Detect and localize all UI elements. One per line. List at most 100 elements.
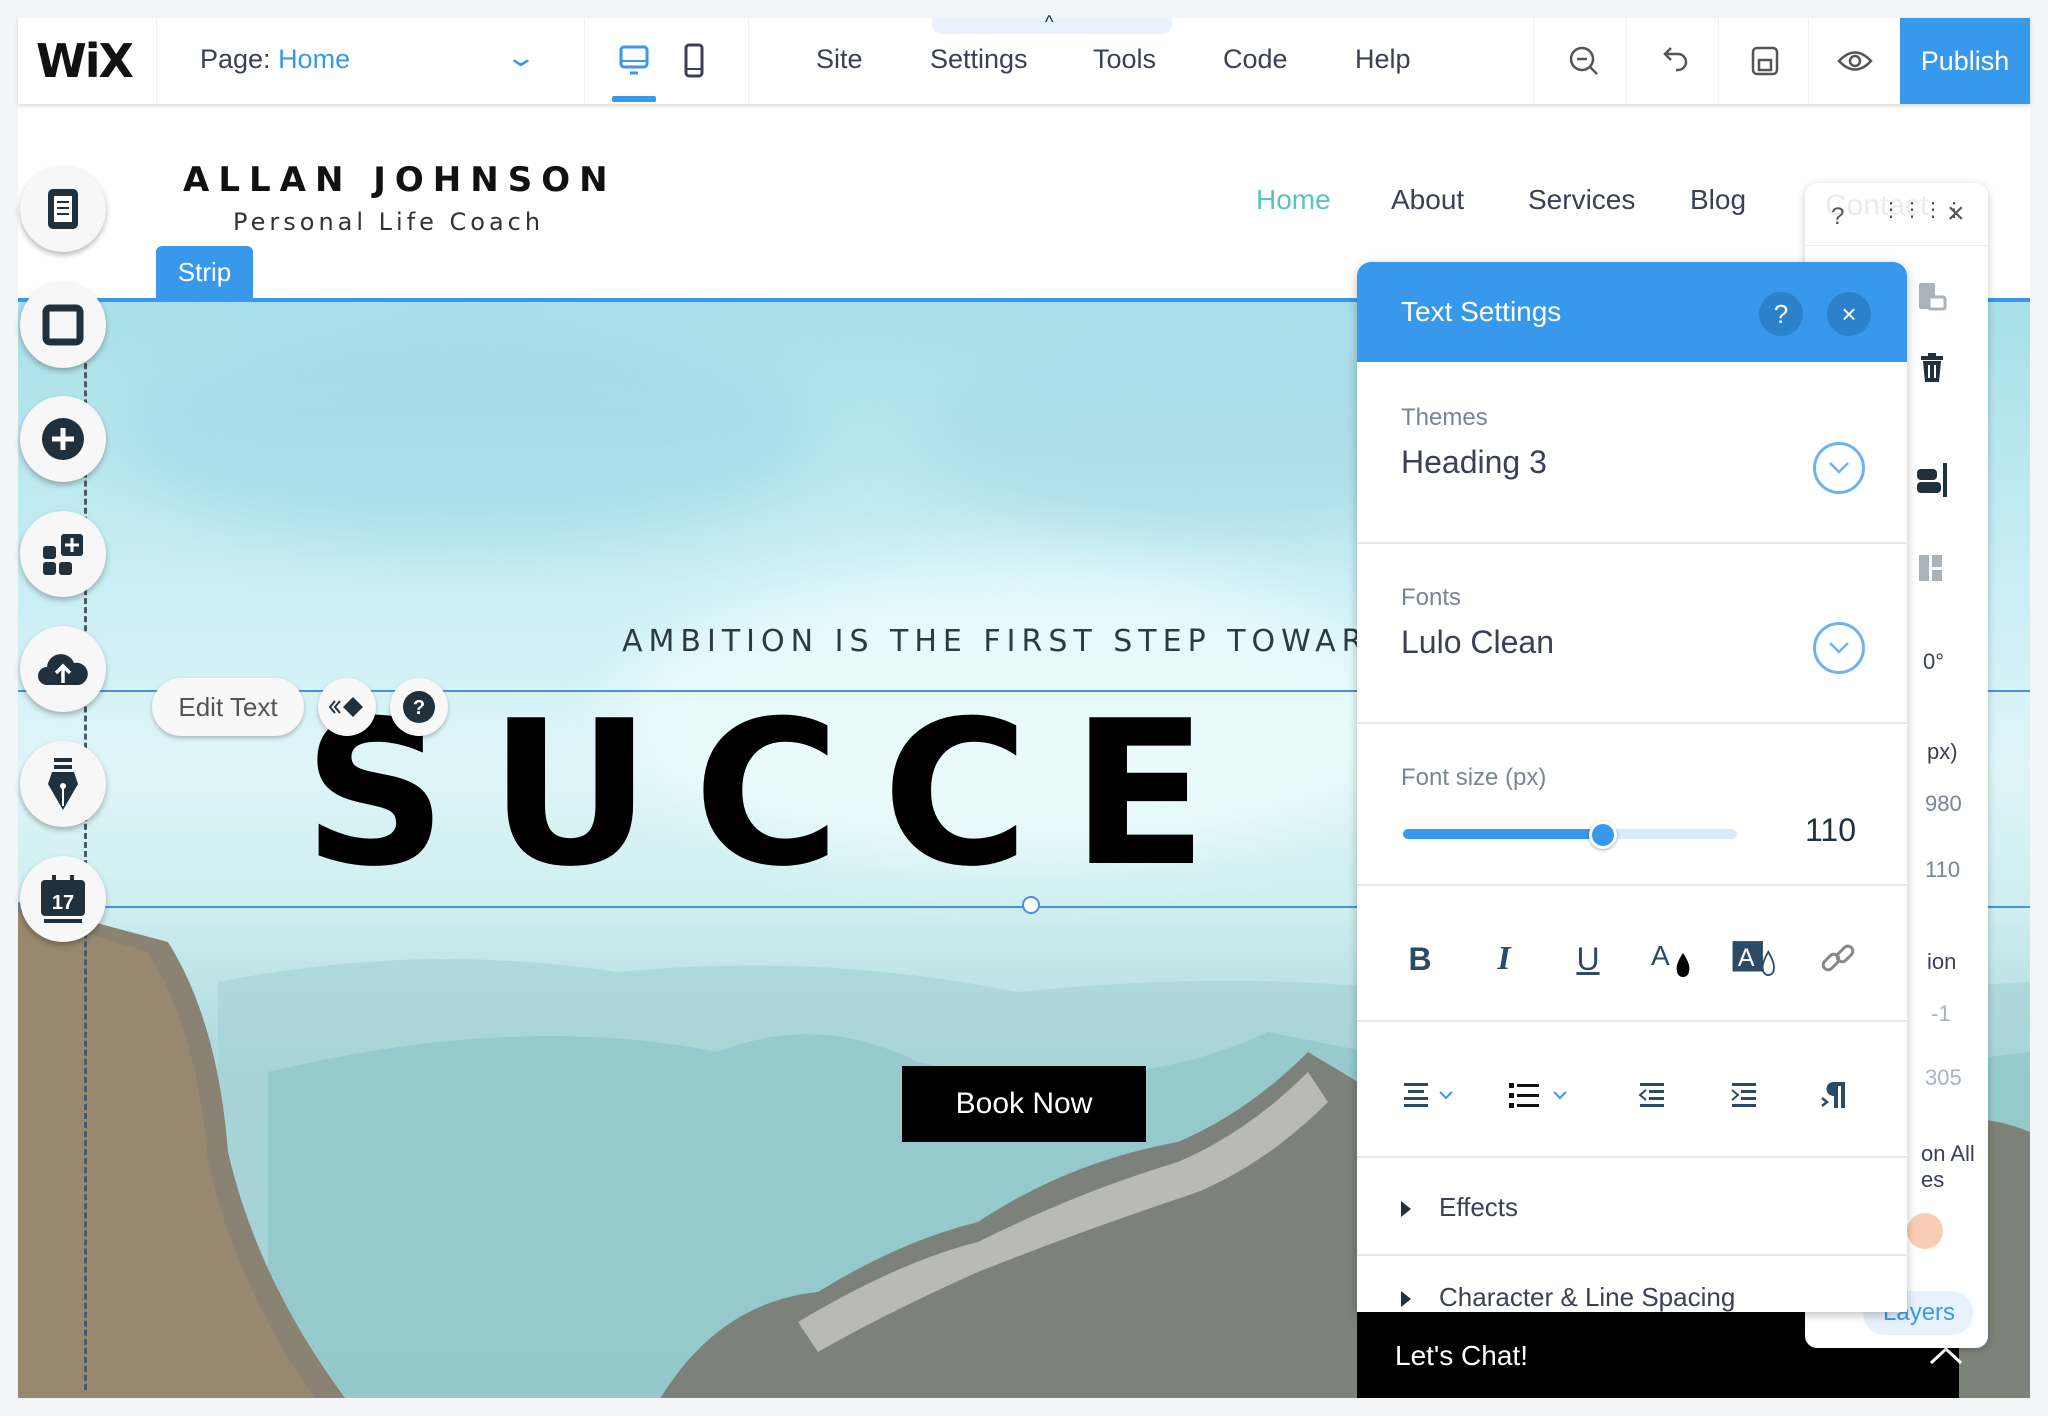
chevron-down-icon[interactable]: ⌄	[505, 42, 538, 73]
help-icon[interactable]: ?	[390, 678, 448, 736]
effects-label: Effects	[1439, 1192, 1519, 1222]
menu-help[interactable]: Help	[1355, 44, 1411, 75]
editor-top-bar: WiX Page: Home ⌄ ^ Site Settings Tools C…	[18, 12, 2030, 104]
undo-icon[interactable]	[1656, 42, 1694, 80]
effects-toggle[interactable]: Effects	[1401, 1192, 1518, 1223]
link-icon[interactable]	[1813, 934, 1863, 984]
paragraph-section	[1357, 1022, 1907, 1158]
resize-handle[interactable]	[1022, 896, 1040, 914]
publish-button[interactable]: Publish	[1900, 18, 2030, 104]
font-size-value[interactable]: 110	[1805, 812, 1856, 849]
background-icon[interactable]	[20, 282, 106, 368]
divider	[1718, 18, 1719, 104]
fonts-dropdown-value[interactable]: Lulo Clean	[1401, 624, 1554, 661]
divider	[584, 18, 585, 104]
nav-home[interactable]: Home	[1256, 184, 1331, 216]
save-icon[interactable]	[1746, 42, 1784, 80]
site-title[interactable]: ALLAN JOHNSON	[183, 160, 617, 200]
text-settings-header[interactable]: Text Settings ? ×	[1357, 262, 1907, 362]
effects-section[interactable]: Effects	[1357, 1158, 1907, 1256]
increase-indent-icon[interactable]	[1719, 1070, 1769, 1120]
upload-icon[interactable]	[20, 626, 106, 712]
themes-label: Themes	[1401, 404, 1488, 431]
y-value[interactable]: 305	[1925, 1065, 1962, 1091]
nav-services[interactable]: Services	[1528, 184, 1635, 216]
x-value[interactable]: -1	[1931, 1001, 1951, 1027]
toggle-switch[interactable]	[1907, 1213, 1943, 1249]
menu-site[interactable]: Site	[816, 44, 863, 75]
add-icon[interactable]	[20, 396, 106, 482]
edit-text-button[interactable]: Edit Text	[152, 678, 304, 736]
decrease-indent-icon[interactable]	[1627, 1070, 1677, 1120]
wix-logo[interactable]: WiX	[36, 34, 134, 88]
page-label: Page:	[200, 44, 279, 74]
book-now-button[interactable]: Book Now	[902, 1066, 1146, 1142]
size-label: px)	[1927, 739, 1958, 764]
menu-tools[interactable]: Tools	[1093, 44, 1156, 75]
menu-settings[interactable]: Settings	[930, 44, 1028, 75]
chat-label: Let's Chat!	[1395, 1340, 1528, 1371]
headline-text[interactable]: SUCCE	[303, 688, 1250, 902]
bold-button[interactable]: B	[1395, 934, 1445, 984]
align-icon[interactable]	[1917, 551, 1947, 593]
spacing-toggle[interactable]: Character & Line Spacing	[1401, 1282, 1735, 1312]
nav-about[interactable]: About	[1391, 184, 1464, 216]
italic-button[interactable]: I	[1479, 934, 1529, 984]
fonts-label: Fonts	[1401, 584, 1462, 611]
chevron-down-icon[interactable]	[1431, 1070, 1461, 1120]
svg-text:?: ?	[413, 697, 425, 719]
chevron-down-icon[interactable]	[1545, 1070, 1575, 1120]
expand-triangle-icon	[1401, 1201, 1411, 1218]
help-button[interactable]: ?	[1759, 292, 1803, 336]
add-apps-icon[interactable]	[20, 511, 106, 597]
width-value[interactable]: 980	[1925, 791, 1962, 817]
desktop-icon[interactable]	[615, 42, 653, 80]
text-direction-icon[interactable]	[1809, 1070, 1859, 1120]
font-size-slider-thumb[interactable]	[1589, 821, 1618, 849]
font-size-section: Font size (px) 110	[1357, 724, 1907, 886]
arrange-icon[interactable]	[1915, 463, 1949, 505]
underline-button[interactable]: U	[1563, 934, 1613, 984]
animation-icon[interactable]	[318, 678, 376, 736]
svg-text:A: A	[1651, 940, 1670, 971]
paste-icon[interactable]	[1917, 279, 1947, 319]
text-color-icon[interactable]: A	[1647, 934, 1697, 984]
strip-label[interactable]: Strip	[156, 246, 253, 298]
page-selector[interactable]: Page: Home	[200, 44, 350, 75]
divider	[1805, 245, 1988, 246]
expand-triangle-icon	[1401, 1291, 1411, 1308]
chevron-down-icon[interactable]	[1813, 622, 1865, 674]
fonts-section: Fonts Lulo Clean	[1357, 544, 1907, 724]
svg-text:A: A	[1738, 944, 1755, 972]
height-value[interactable]: 110	[1925, 857, 1960, 883]
bullet-list-icon[interactable]	[1499, 1070, 1549, 1120]
chevron-down-icon[interactable]	[1813, 442, 1865, 494]
mobile-icon[interactable]	[675, 42, 713, 80]
site-subtitle[interactable]: Personal Life Coach	[233, 208, 544, 236]
themes-dropdown-value[interactable]: Heading 3	[1401, 444, 1547, 481]
divider	[1808, 18, 1809, 104]
divider	[1626, 18, 1627, 104]
position-label: ion	[1927, 949, 1957, 974]
spacing-section[interactable]: Character & Line Spacing	[1357, 1256, 1907, 1312]
close-icon[interactable]: ×	[1947, 197, 1965, 231]
font-size-slider-fill	[1403, 829, 1604, 839]
nav-blog[interactable]: Blog	[1690, 184, 1746, 216]
caret-up-icon[interactable]: ^	[1045, 12, 1053, 33]
tagline-text[interactable]: AMBITION IS THE FIRST STEP TOWAR	[622, 624, 1369, 659]
preview-icon[interactable]	[1836, 42, 1874, 80]
page-name: Home	[278, 44, 351, 74]
menus-pages-icon[interactable]	[20, 166, 106, 252]
font-size-label: Font size (px)	[1401, 764, 1547, 791]
show-on-all-pages-label: on All	[1921, 1141, 1975, 1166]
menu-code[interactable]: Code	[1223, 44, 1288, 75]
bookings-calendar-icon[interactable]: 17	[20, 856, 106, 942]
svg-text:17: 17	[52, 892, 74, 914]
close-button[interactable]: ×	[1827, 292, 1871, 336]
rotation-value[interactable]: 0°	[1923, 649, 1944, 675]
help-icon[interactable]: ?	[1831, 203, 1844, 231]
highlight-color-icon[interactable]: A	[1729, 934, 1779, 984]
zoom-out-icon[interactable]	[1565, 42, 1603, 80]
delete-icon[interactable]	[1919, 353, 1945, 389]
blog-pen-icon[interactable]	[20, 741, 106, 827]
